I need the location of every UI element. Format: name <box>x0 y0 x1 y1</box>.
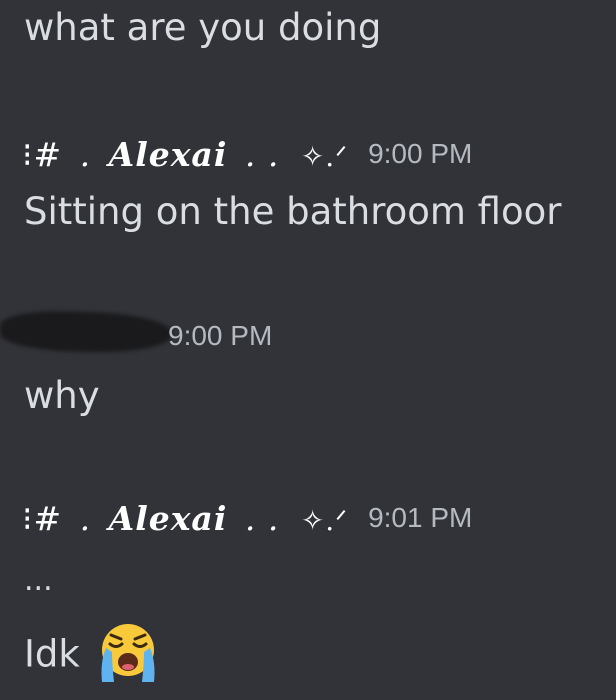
message-text: what are you doing <box>24 6 382 49</box>
loudly-crying-face-icon[interactable] <box>96 620 160 684</box>
redacted-username <box>0 309 173 355</box>
message-header: ⁝# . Alexai . . ✧.ᐟ 9:01 PM <box>22 496 472 540</box>
message-text: ... <box>24 563 53 598</box>
username[interactable]: ⁝# . Alexai . . ✧.ᐟ <box>22 499 350 538</box>
message-header: ⁝# . Alexai . . ✧.ᐟ 9:00 PM <box>22 132 472 176</box>
username-dot: . <box>79 498 103 538</box>
username-suffix: ✧.ᐟ <box>300 139 349 173</box>
username-prefix: ⁝# <box>22 498 63 538</box>
username[interactable]: ⁝# . Alexai . . ✧.ᐟ <box>22 135 350 174</box>
username-separator: . . <box>244 498 280 538</box>
username-name: Alexai <box>108 134 228 174</box>
timestamp[interactable]: 9:01 PM <box>368 502 472 534</box>
message-header: 9:00 PM <box>150 314 272 358</box>
username-prefix: ⁝# <box>22 134 63 174</box>
timestamp[interactable]: 9:00 PM <box>168 320 272 352</box>
message-text: Idk <box>24 632 80 676</box>
username-suffix: ✧.ᐟ <box>300 503 349 537</box>
username-separator: . . <box>244 134 280 174</box>
message-text: Sitting on the bathroom floor <box>24 190 562 233</box>
message-text-with-emoji: Idk <box>24 624 160 688</box>
message-text: why <box>24 374 100 417</box>
timestamp[interactable]: 9:00 PM <box>368 138 472 170</box>
username-dot: . <box>79 134 103 174</box>
username-name: Alexai <box>108 498 228 538</box>
